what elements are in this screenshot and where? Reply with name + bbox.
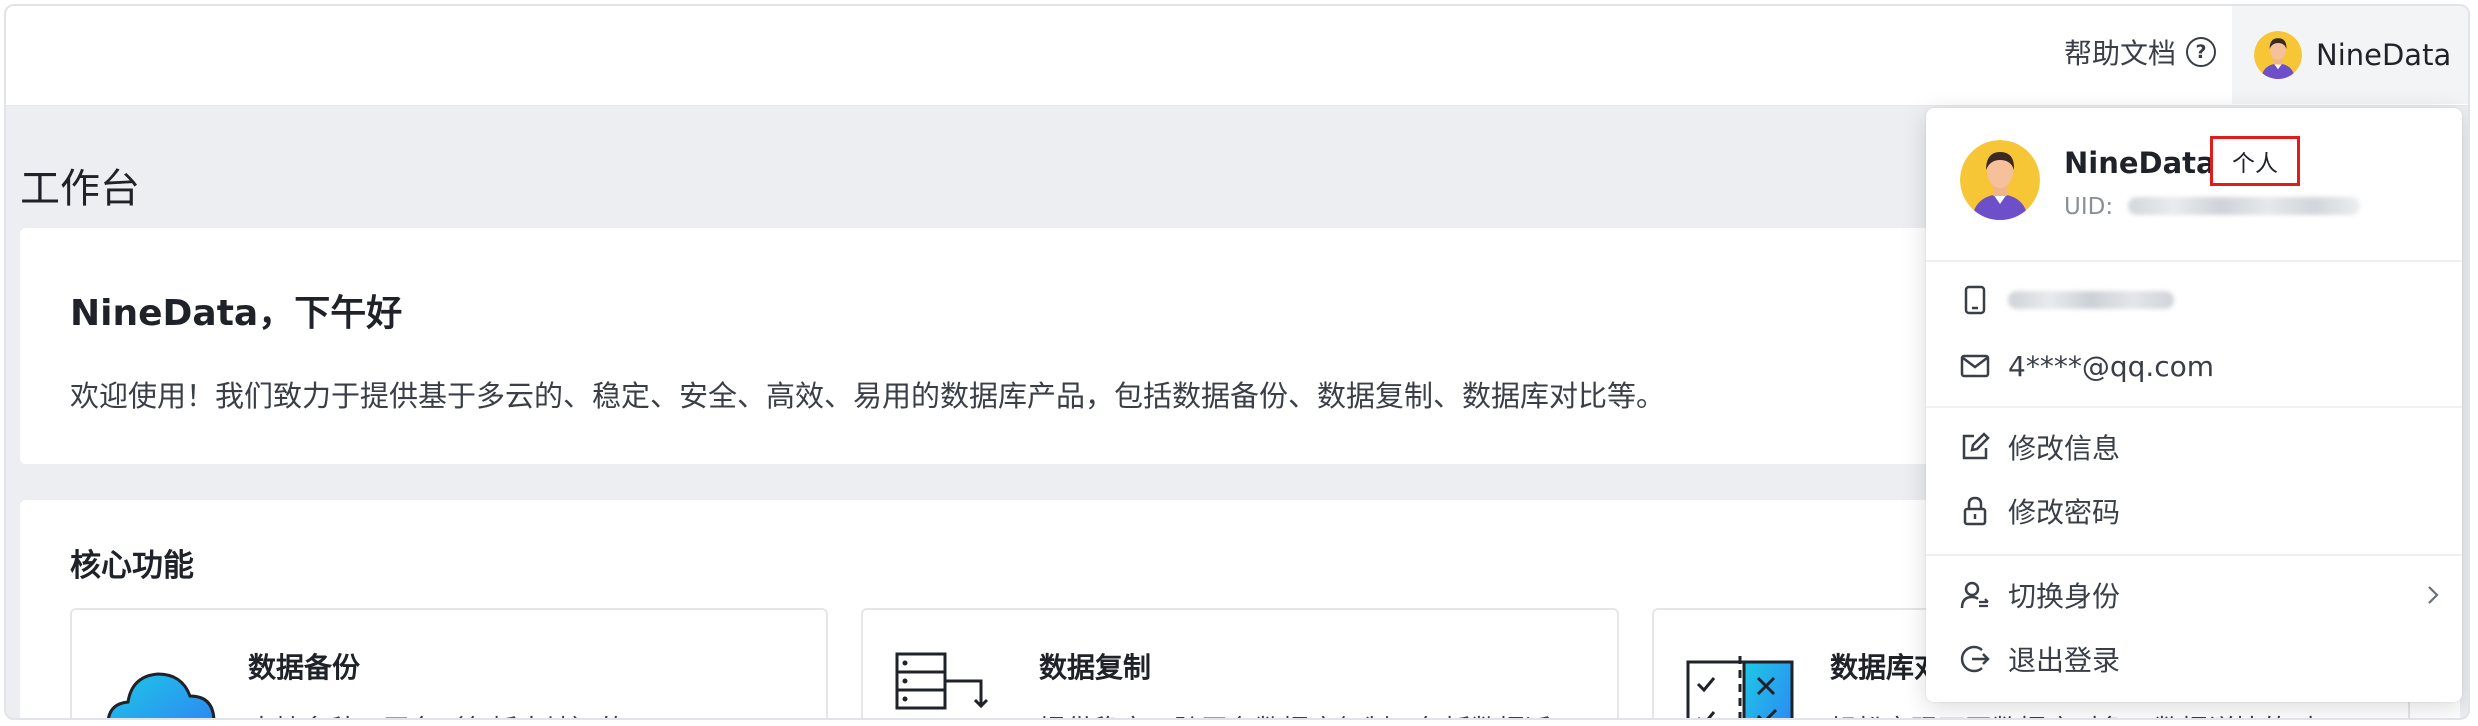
welcome-card: NineData，下午好 欢迎使用！我们致力于提供基于多云的、稳定、安全、高效、… (20, 228, 1960, 464)
menu-item-logout[interactable]: 退出登录 (1926, 630, 2462, 688)
avatar (2254, 31, 2302, 79)
menu-item-switch-identity[interactable]: 切换身份 (1926, 566, 2462, 624)
edit-icon (1960, 432, 1990, 462)
menu-item-label: 退出登录 (2008, 644, 2121, 677)
help-docs-label: 帮助文档 (2064, 37, 2177, 70)
uid-label: UID: (2064, 194, 2114, 220)
avatar (1960, 140, 2040, 220)
page-title: 工作台 (20, 166, 140, 212)
feature-title: 数据备份 (248, 651, 361, 684)
feature-card-replication[interactable]: 数据复制 提供稳定、跨平台数据库复制，包括数据迁 (861, 608, 1619, 718)
email-row: 4****@qq.com (1926, 337, 2462, 395)
email-value: 4****@qq.com (2008, 349, 2215, 383)
user-name: NineData (2316, 38, 2452, 72)
menu-item-label: 修改信息 (2008, 432, 2121, 465)
feature-title: 数据复制 (1039, 651, 1152, 684)
mail-icon (1960, 351, 1990, 381)
core-features-title: 核心功能 (70, 548, 194, 584)
switch-user-icon (1960, 580, 1990, 610)
help-docs-link[interactable]: 帮助文档 ? (2064, 32, 2217, 72)
lock-icon (1960, 496, 1990, 526)
app-window: 帮助文档 ? NineData 工作台 NineData，下午好 欢迎使用！我们… (4, 4, 2470, 720)
welcome-title: NineData，下午好 (70, 293, 403, 334)
feature-desc: 提供稳定、跨平台数据库复制，包括数据迁 (1039, 708, 1552, 718)
phone-row (1926, 271, 2462, 329)
profile-name: NineData (2064, 146, 2216, 180)
menu-item-label: 切换身份 (2008, 580, 2121, 613)
profile-dropdown: NineData 个人 UID: 4****@qq.com 修改信息 修改密码 … (1926, 108, 2462, 702)
cloud-upload-icon (107, 672, 216, 718)
top-bar: 帮助文档 ? NineData (6, 6, 2468, 106)
feature-card-backup[interactable]: 数据备份 支持多种云平台（包括本地）的 MySQL (70, 608, 828, 718)
menu-item-edit-info[interactable]: 修改信息 (1926, 418, 2462, 476)
divider (1926, 554, 2462, 556)
phone-value-redacted (2008, 291, 2174, 309)
uid-value-redacted (2128, 197, 2360, 215)
menu-item-change-password[interactable]: 修改密码 (1926, 482, 2462, 540)
feature-desc: 轻松实现不同数据库对象、数据详情的对 (1830, 708, 2316, 718)
user-menu-trigger[interactable]: NineData (2232, 6, 2468, 104)
account-type-badge: 个人 (2210, 136, 2300, 186)
logout-icon (1960, 644, 1990, 674)
compare-checklist-icon (1686, 656, 1794, 718)
feature-desc: 支持多种云平台（包括本地）的 MySQL (248, 708, 727, 718)
divider (1926, 406, 2462, 408)
chevron-right-icon (2428, 586, 2439, 604)
divider (1926, 260, 2462, 262)
question-circle-icon: ? (2186, 37, 2217, 67)
mobile-phone-icon (1960, 285, 1990, 315)
menu-item-label: 修改密码 (2008, 496, 2121, 529)
server-sync-icon (895, 652, 989, 710)
welcome-text: 欢迎使用！我们致力于提供基于多云的、稳定、安全、高效、易用的数据库产品，包括数据… (70, 379, 1666, 413)
